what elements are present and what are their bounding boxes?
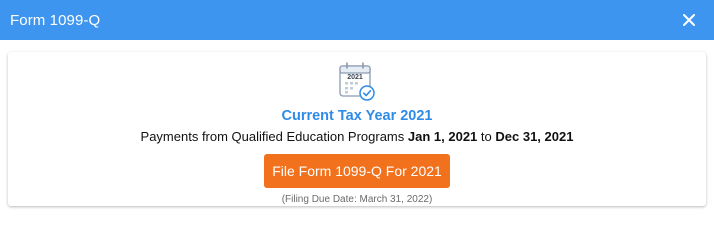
close-icon [683,14,695,26]
tax-year-card: 2021 Current Tax Year 2021 Payments from… [8,52,706,206]
payments-label: Payments from Qualified Education Progra… [140,129,405,144]
start-date: Jan 1, 2021 [407,129,478,144]
to-word: to [480,129,492,144]
filing-due-date: (Filing Due Date: March 31, 2022) [281,194,433,205]
end-date: Dec 31, 2021 [495,129,574,144]
tax-year-heading: Current Tax Year 2021 [281,108,433,124]
payments-period: Payments from Qualified Education Progra… [141,129,574,144]
file-form-button[interactable]: File Form 1099-Q For 2021 [264,154,450,188]
title-bar: Form 1099-Q [0,0,714,40]
dialog-title: Form 1099-Q [10,11,101,29]
calendar-year: 2021 [347,74,363,81]
close-button[interactable] [678,9,700,31]
calendar-check-icon: 2021 [339,62,375,101]
